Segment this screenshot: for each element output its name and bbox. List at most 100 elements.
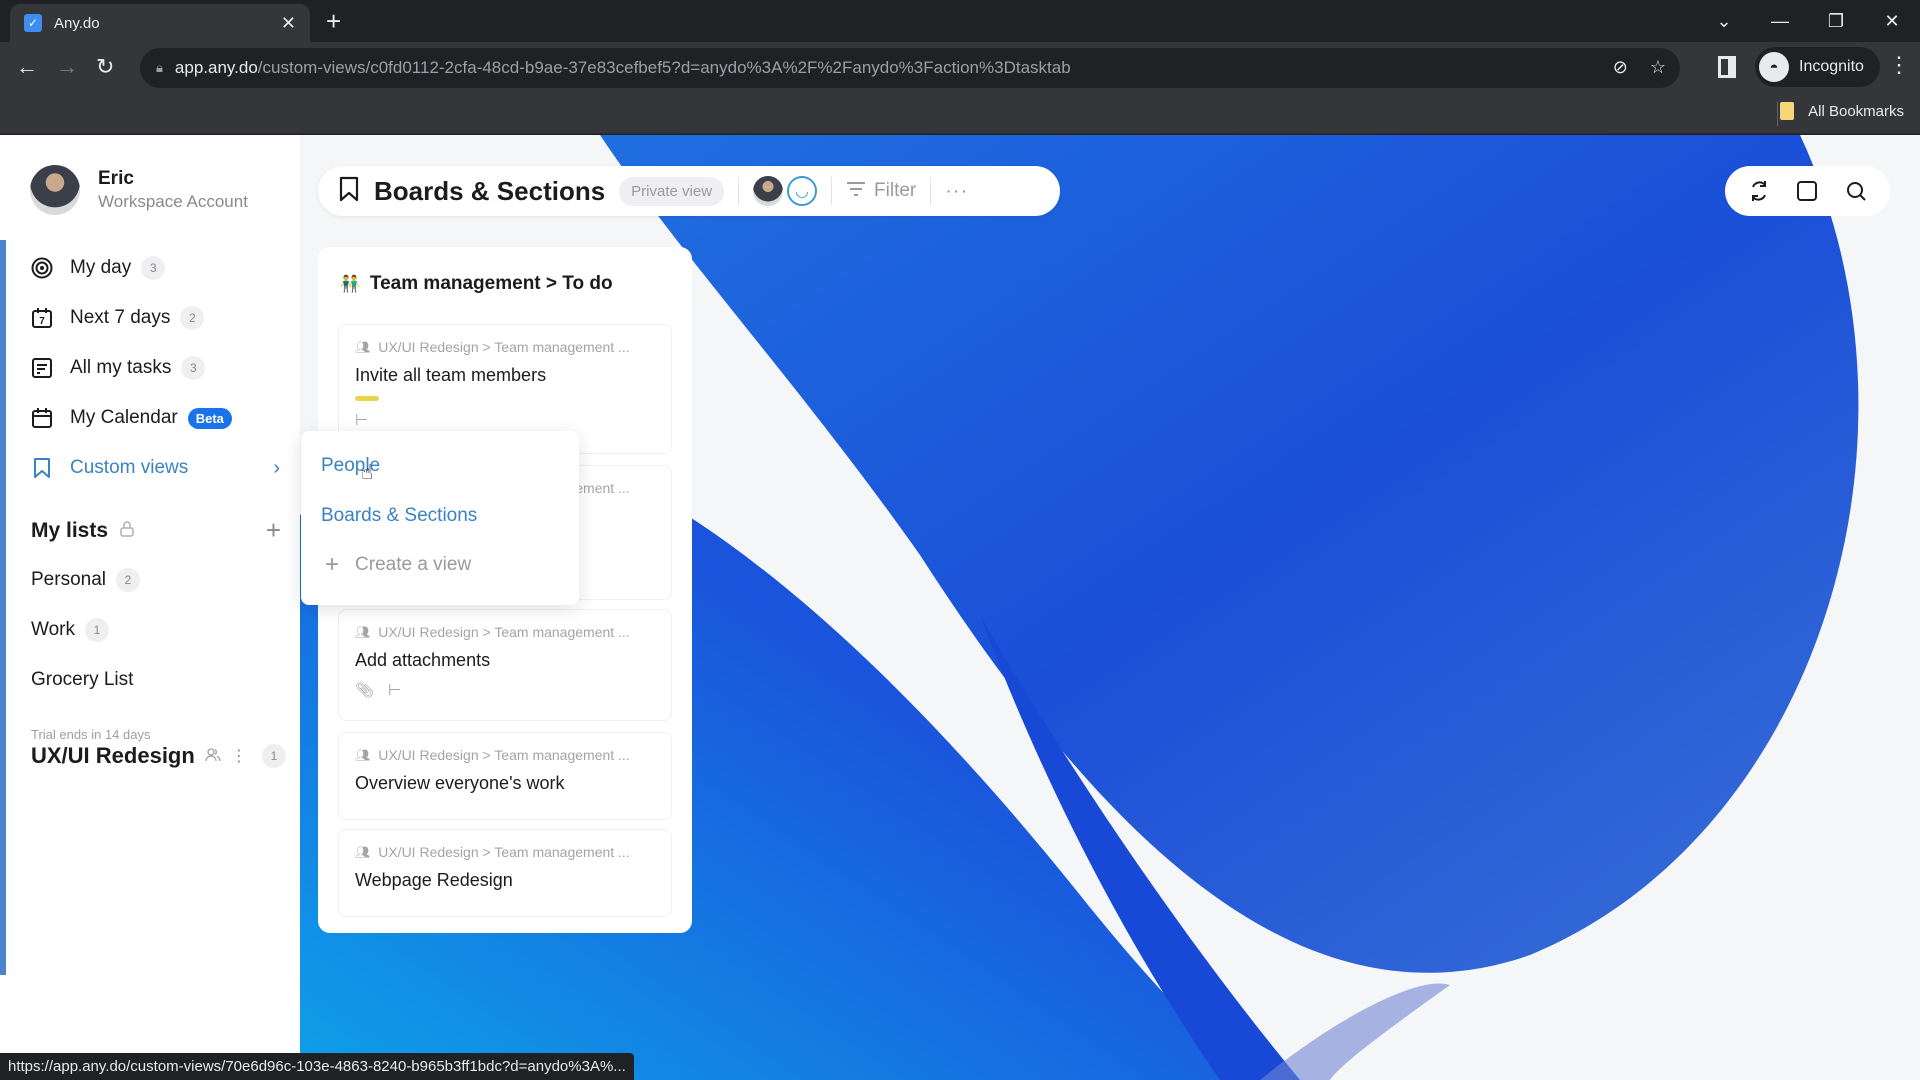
count-badge: 2 <box>180 306 205 330</box>
group-icon <box>205 747 221 765</box>
bookmark-icon <box>30 456 54 480</box>
user-profile[interactable]: Eric Workspace Account <box>30 165 248 215</box>
all-bookmarks-label: All Bookmarks <box>1808 102 1904 120</box>
restore-icon[interactable]: ❐ <box>1808 11 1864 32</box>
smiley-icon[interactable]: ◡ <box>787 176 818 206</box>
list-icon <box>30 356 54 380</box>
plus-icon: + <box>325 551 340 578</box>
sidebar-item-custom-views[interactable]: Custom views › <box>30 443 280 493</box>
target-icon <box>30 256 54 280</box>
filter-icon <box>846 181 866 202</box>
sidebar-item-label: Custom views <box>70 457 189 478</box>
sidebar-item-my-calendar[interactable]: My Calendar Beta <box>30 393 280 443</box>
minimize-icon[interactable]: — <box>1752 11 1808 32</box>
my-lists-title: My lists <box>31 518 109 542</box>
side-panel-icon[interactable] <box>1718 56 1736 78</box>
lock-icon: 🔒︎ <box>156 60 163 75</box>
back-icon[interactable]: ← <box>16 54 38 80</box>
sidebar-item-label: All my tasks <box>70 357 172 378</box>
calendar-icon <box>30 406 54 430</box>
incognito-profile[interactable]: ◓ Incognito <box>1755 47 1880 87</box>
new-tab-button[interactable]: + <box>326 8 341 34</box>
close-window-icon[interactable]: ✕ <box>1864 11 1920 32</box>
more-options-button[interactable]: ··· <box>945 180 968 203</box>
avatar <box>30 165 80 215</box>
browser-tabbar: ✓ Any.do ✕ + ⌄ — ❐ ✕ <box>0 0 1920 42</box>
count-badge: 2 <box>116 568 140 592</box>
my-lists-header: My lists + <box>31 515 281 546</box>
group-icon: 👥︎ <box>355 748 371 762</box>
view-header: Boards & Sections Private view ◡ Filter … <box>318 166 1060 216</box>
filter-button[interactable]: Filter <box>846 180 916 202</box>
workspace-name: UX/UI Redesign <box>31 743 195 768</box>
svg-text:7: 7 <box>39 316 45 327</box>
sidebar-item-label: My Calendar <box>70 407 178 428</box>
tracking-protection-icon[interactable]: ⊘ <box>1613 57 1628 78</box>
count-badge: 3 <box>181 356 206 380</box>
sidebar-item-next-7-days[interactable]: 7 Next 7 days 2 <box>30 293 280 343</box>
anydo-favicon-icon: ✓ <box>24 14 42 32</box>
page-title: Boards & Sections <box>374 175 606 206</box>
task-card[interactable]: 👥︎ UX/UI Redesign > Team management ... A… <box>338 609 672 721</box>
subtask-icon: ⊢ <box>388 682 402 699</box>
attachment-icon: 📎︎ <box>355 682 375 699</box>
crumb-text: UX/UI Redesign > Team management ... <box>378 747 630 763</box>
focus-mode-icon[interactable] <box>1796 180 1818 202</box>
column-title: 👬 Team management > To do <box>340 273 613 295</box>
people-emoji-icon: 👬 <box>340 276 360 293</box>
sync-icon[interactable] <box>1748 179 1770 203</box>
address-bar[interactable]: 🔒︎ app.any.do /custom-views/c0fd0112-2cf… <box>140 48 1680 88</box>
filter-label: Filter <box>874 180 917 201</box>
divider <box>930 177 932 205</box>
workspace-item[interactable]: UX/UI Redesign ⋮ 1 <box>31 743 286 769</box>
count-badge: 3 <box>141 256 166 280</box>
all-bookmarks-button[interactable]: All Bookmarks <box>1780 102 1904 120</box>
group-icon: 👥︎ <box>355 845 371 859</box>
divider <box>831 177 833 205</box>
list-item-grocery[interactable]: Grocery List <box>31 655 281 705</box>
custom-views-dropdown: People Boards & Sections + Create a view <box>301 431 579 605</box>
task-breadcrumb: 👥︎ UX/UI Redesign > Team management ... <box>355 339 655 355</box>
task-card[interactable]: 👥︎ UX/UI Redesign > Team management ... O… <box>338 732 672 820</box>
list-item-personal[interactable]: Personal 2 <box>31 555 281 605</box>
sidebar-item-my-day[interactable]: My day 3 <box>30 243 280 293</box>
tab-search-icon[interactable]: ⌄ <box>1696 11 1752 32</box>
subtask-icon: ⊢ <box>355 412 369 429</box>
sidebar-item-all-my-tasks[interactable]: All my tasks 3 <box>30 343 280 393</box>
status-bar-url: https://app.any.do/custom-views/70e6d96c… <box>0 1053 634 1080</box>
count-badge: 1 <box>84 618 109 642</box>
hand-cursor-icon: ☝︎ <box>361 462 374 484</box>
create-view-button[interactable]: + Create a view <box>325 551 471 579</box>
url-host: app.any.do <box>174 58 258 77</box>
workspace-menu-icon[interactable]: ⋮ <box>231 746 247 766</box>
forward-icon[interactable]: → <box>56 54 78 80</box>
reload-icon[interactable]: ↻ <box>96 54 114 80</box>
list-item-work[interactable]: Work 1 <box>31 605 281 655</box>
tools-bar <box>1725 166 1890 216</box>
dropdown-item-boards-sections[interactable]: Boards & Sections <box>321 505 477 527</box>
bookmarks-divider <box>1777 102 1778 126</box>
calendar-7-icon: 7 <box>30 306 54 330</box>
anydo-app: Eric Workspace Account My day 3 7 Next 7… <box>0 135 1920 1080</box>
account-type: Workspace Account <box>98 192 248 211</box>
member-avatar[interactable] <box>753 176 784 206</box>
browser-tab[interactable]: ✓ Any.do ✕ <box>10 4 310 42</box>
search-icon[interactable] <box>1845 180 1867 202</box>
browser-menu-icon[interactable]: ⋮ <box>1888 52 1910 78</box>
tag-color-indicator <box>355 396 379 401</box>
beta-badge: Beta <box>187 407 232 429</box>
list-label: Work <box>31 619 75 640</box>
add-list-button[interactable]: + <box>266 515 281 546</box>
group-icon: 👥︎ <box>355 625 371 639</box>
task-card[interactable]: 👥︎ UX/UI Redesign > Team management ... W… <box>338 829 672 917</box>
column-title-text: Team management > To do <box>369 273 613 294</box>
close-tab-icon[interactable]: ✕ <box>281 13 296 34</box>
lock-icon <box>120 520 134 541</box>
sidebar-item-label: My day <box>70 257 132 278</box>
bookmark-star-icon[interactable]: ☆ <box>1650 57 1666 78</box>
user-name: Eric <box>98 168 134 189</box>
group-icon: 👥︎ <box>355 340 371 354</box>
bookmarks-bar: All Bookmarks <box>0 94 1920 134</box>
private-view-badge: Private view <box>619 176 725 206</box>
create-view-label: Create a view <box>355 554 472 575</box>
